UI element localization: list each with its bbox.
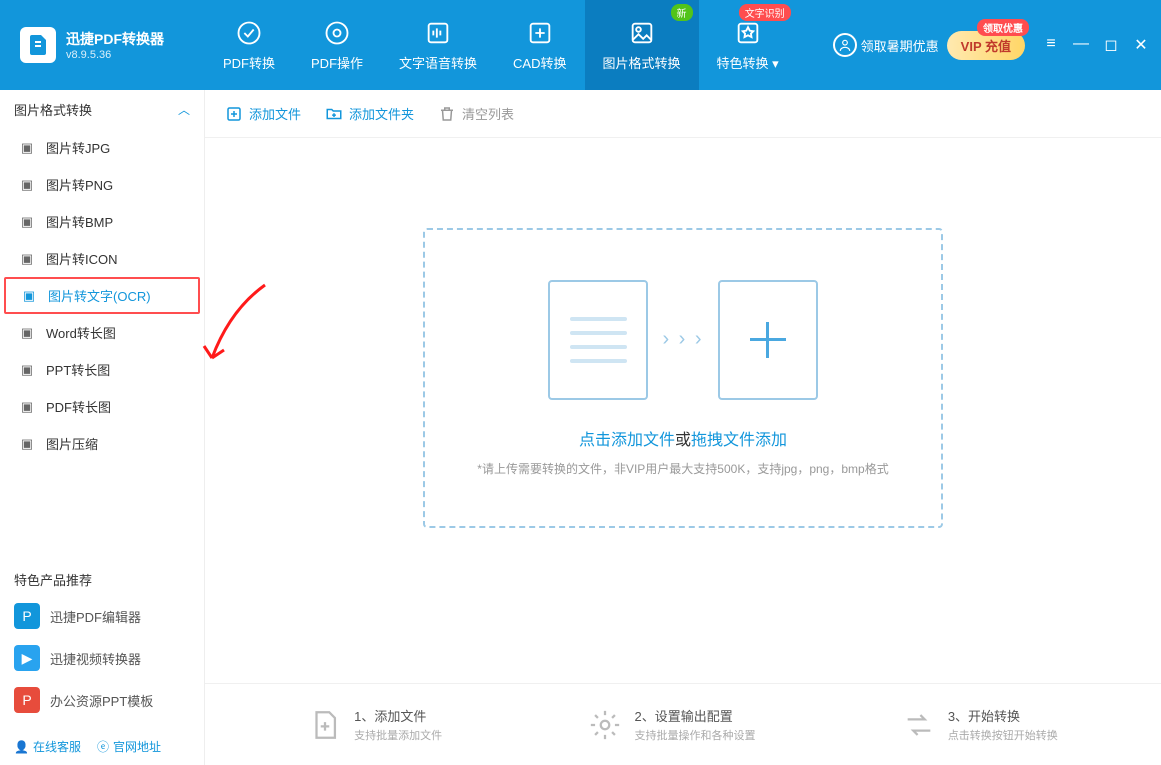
vip-badge: 领取优惠 [977,19,1029,36]
sidebar-item-bmp[interactable]: ▣图片转BMP [0,203,204,240]
step-1: 1、添加文件支持批量添加文件 [308,706,442,743]
bmp-icon: ▣ [18,213,36,231]
header-right: 领取暑期优惠 领取优惠 VIP 充值 ≡ — ◻ ✕ [833,31,1161,60]
app-logo-icon [20,27,56,63]
main-area: 添加文件 添加文件夹 清空列表 › › › [205,90,1161,765]
recommend-ppt[interactable]: P办公资源PPT模板 [0,679,204,721]
tab-image-format[interactable]: 新 图片格式转换 [585,0,699,90]
pdf-icon: ▣ [18,398,36,416]
chevron-up-icon: ︿ [178,101,190,118]
step-3: 3、开始转换点击转换按钮开始转换 [902,706,1058,743]
close-icon[interactable]: ✕ [1133,35,1149,55]
cad-icon [526,19,554,47]
add-folder-button[interactable]: 添加文件夹 [325,104,414,123]
word-icon: ▣ [18,324,36,342]
sidebar-section-header[interactable]: 图片格式转换 ︿ [0,90,204,129]
globe-icon: ⓔ [97,738,109,755]
vip-recharge-button[interactable]: 领取优惠 VIP 充值 [947,31,1025,60]
coupon-link[interactable]: 领取暑期优惠 [833,33,939,57]
png-icon: ▣ [18,176,36,194]
new-badge: 新 [671,4,693,21]
sidebar-footer: 👤在线客服 ⓔ官网地址 [0,728,204,765]
star-icon [734,19,762,47]
add-folder-icon [325,105,343,123]
official-site-link[interactable]: ⓔ官网地址 [97,738,161,755]
sidebar-item-pdf[interactable]: ▣PDF转长图 [0,388,204,425]
menu-icon[interactable]: ≡ [1043,35,1059,55]
tab-pdf-convert[interactable]: PDF转换 [205,0,293,90]
arrow-right-icon: › › › [662,328,703,351]
icon-icon: ▣ [18,250,36,268]
ppt-template-icon: P [14,687,40,713]
drop-zone[interactable]: › › › 点击添加文件或拖拽文件添加 *请上传需要转换的文件，非VIP用户最大… [423,228,943,528]
ppt-icon: ▣ [18,361,36,379]
add-file-button[interactable]: 添加文件 [225,104,301,123]
drop-area-wrap: › › › 点击添加文件或拖拽文件添加 *请上传需要转换的文件，非VIP用户最大… [205,138,1161,683]
window-controls: ≡ — ◻ ✕ [1043,35,1149,55]
step-2: 2、设置输出配置支持批量操作和各种设置 [588,706,755,743]
ocr-badge: 文字识别 [739,4,791,21]
sidebar: 图片格式转换 ︿ ▣图片转JPG ▣图片转PNG ▣图片转BMP ▣图片转ICO… [0,90,205,765]
jpg-icon: ▣ [18,139,36,157]
logo-area: 迅捷PDF转换器 v8.9.5.36 [0,27,205,63]
drop-hint: *请上传需要转换的文件，非VIP用户最大支持500K，支持jpg，png，bmp… [477,460,888,477]
step-add-icon [308,708,342,742]
compress-icon: ▣ [18,435,36,453]
drop-graphic: › › › [548,280,817,400]
ocr-icon: ▣ [20,287,38,305]
chevron-down-icon: ▾ [772,56,779,71]
toolbar: 添加文件 添加文件夹 清空列表 [205,90,1161,138]
steps-bar: 1、添加文件支持批量添加文件 2、设置输出配置支持批量操作和各种设置 3、开始转… [205,683,1161,765]
app-header: 迅捷PDF转换器 v8.9.5.36 PDF转换 PDF操作 文字语音转换 CA… [0,0,1161,90]
sidebar-item-ocr[interactable]: ▣图片转文字(OCR) [4,277,200,314]
document-icon [548,280,648,400]
add-file-icon [225,105,243,123]
drag-add-link[interactable]: 拖拽文件添加 [691,432,787,449]
tab-text-audio[interactable]: 文字语音转换 [381,0,495,90]
minimize-icon[interactable]: — [1073,35,1089,55]
nav-tabs: PDF转换 PDF操作 文字语音转换 CAD转换 新 图片格式转换 文字识别 特… [205,0,797,90]
sidebar-item-compress[interactable]: ▣图片压缩 [0,425,204,462]
clear-list-button[interactable]: 清空列表 [438,104,514,123]
app-name: 迅捷PDF转换器 [66,29,164,49]
plus-icon [718,280,818,400]
step-convert-icon [902,708,936,742]
recommend-video[interactable]: ▶迅捷视频转换器 [0,637,204,679]
tab-cad[interactable]: CAD转换 [495,0,584,90]
drop-text: 点击添加文件或拖拽文件添加 [579,426,787,450]
online-service-link[interactable]: 👤在线客服 [14,738,81,755]
recommend-title: 特色产品推荐 [0,558,204,595]
sidebar-list: ▣图片转JPG ▣图片转PNG ▣图片转BMP ▣图片转ICON ▣图片转文字(… [0,129,204,462]
tab-special[interactable]: 文字识别 特色转换 ▾ [699,0,797,90]
sidebar-item-ppt[interactable]: ▣PPT转长图 [0,351,204,388]
operate-icon [323,19,351,47]
video-icon: ▶ [14,645,40,671]
audio-icon [424,19,452,47]
tab-pdf-operate[interactable]: PDF操作 [293,0,381,90]
sidebar-item-word[interactable]: ▣Word转长图 [0,314,204,351]
maximize-icon[interactable]: ◻ [1103,35,1119,55]
trash-icon [438,105,456,123]
image-icon [628,19,656,47]
click-add-link[interactable]: 点击添加文件 [579,432,675,449]
sidebar-item-jpg[interactable]: ▣图片转JPG [0,129,204,166]
user-icon [833,33,857,57]
recommend-pdf-editor[interactable]: P迅捷PDF编辑器 [0,595,204,637]
headset-icon: 👤 [14,740,29,754]
sidebar-item-png[interactable]: ▣图片转PNG [0,166,204,203]
logo-text: 迅捷PDF转换器 v8.9.5.36 [66,29,164,61]
app-version: v8.9.5.36 [66,49,164,61]
step-config-icon [588,708,622,742]
sidebar-item-icon[interactable]: ▣图片转ICON [0,240,204,277]
convert-icon [235,19,263,47]
pdf-editor-icon: P [14,603,40,629]
